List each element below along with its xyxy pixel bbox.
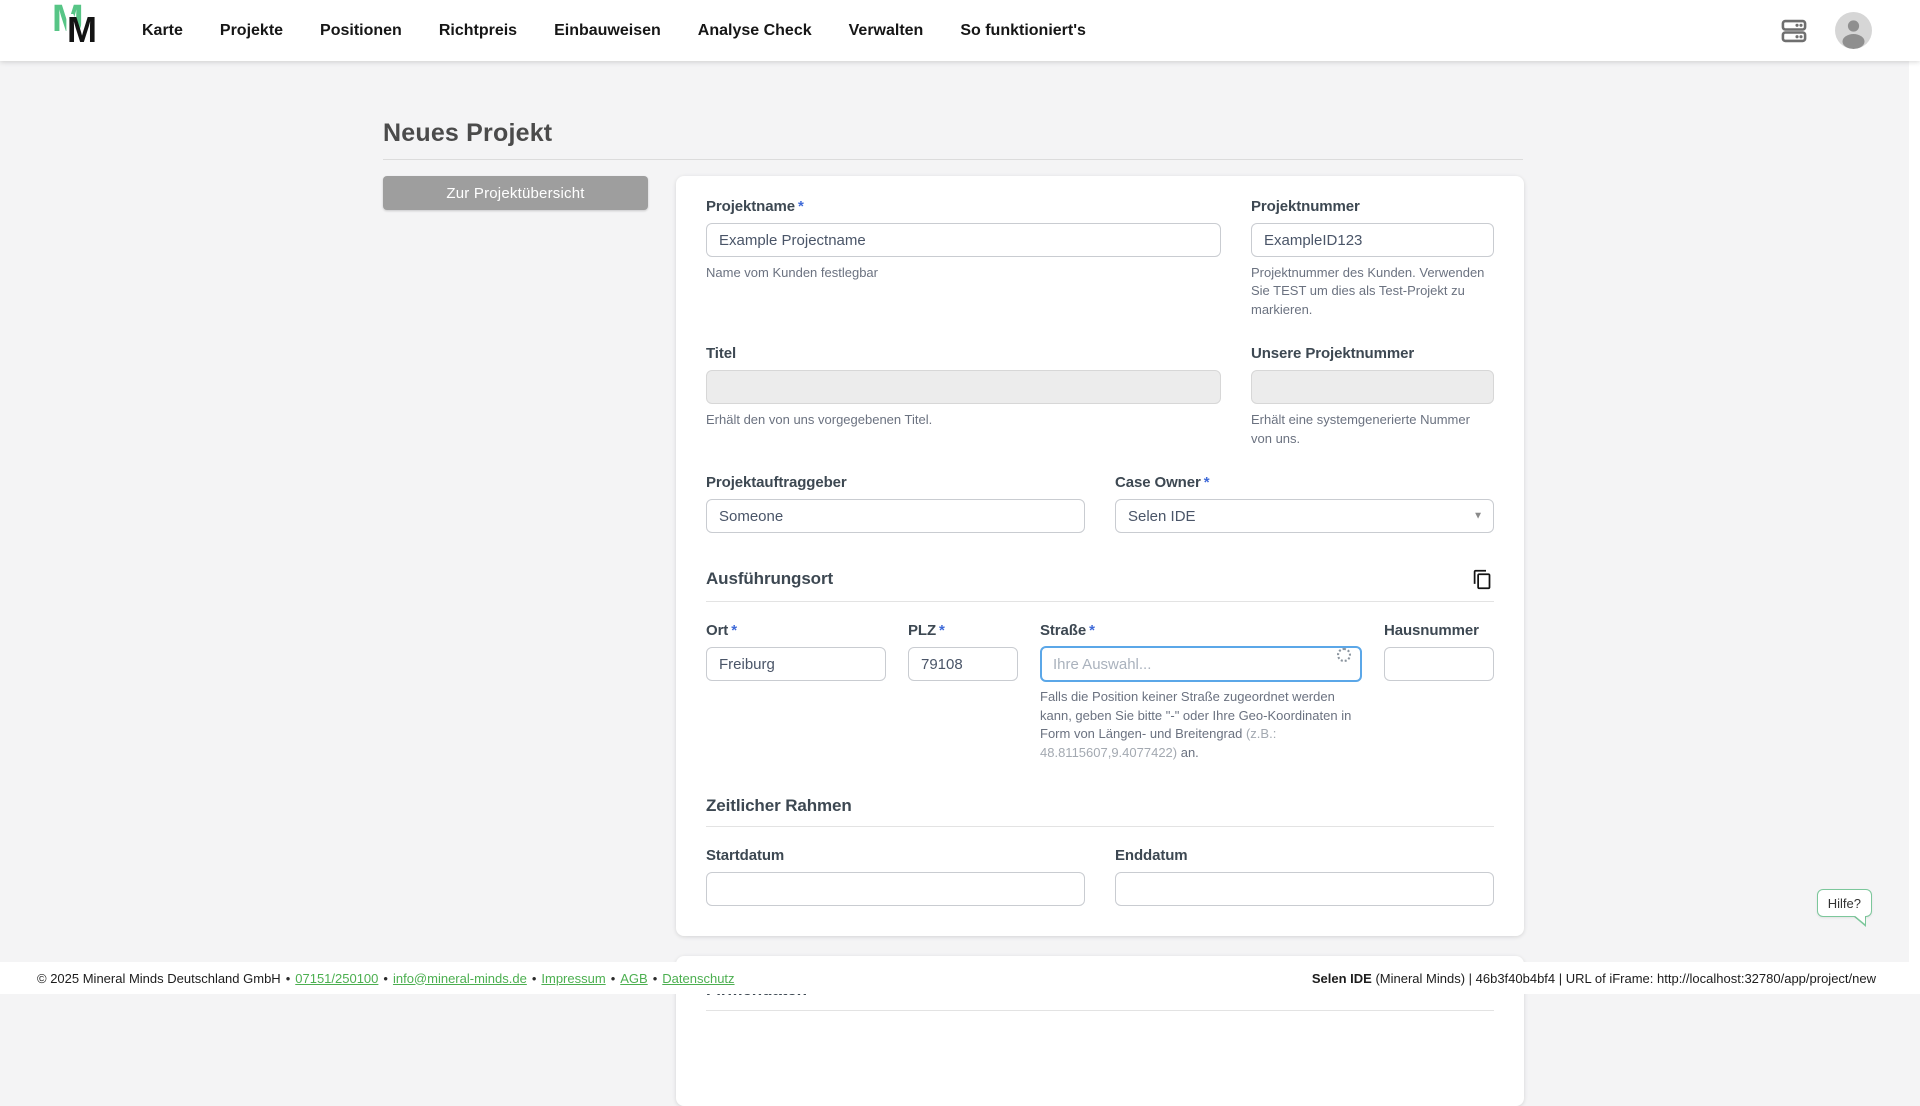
field-strasse: Straße* Falls die Position keiner Straße… [1040,622,1362,762]
footer-phone-link[interactable]: 07151/250100 [295,971,378,986]
page-title: Neues Projekt [383,119,1523,148]
copy-icon[interactable] [1470,567,1494,591]
projektname-helper: Name vom Kunden festlegbar [706,264,1221,282]
unsere-projektnummer-input [1251,370,1494,404]
projektauftraggeber-label: Projektauftraggeber [706,474,1085,491]
projektnummer-helper: Projektnummer des Kunden. Verwenden Sie … [1251,264,1494,319]
logo-m-black: M [67,9,97,51]
enddatum-input[interactable] [1115,872,1494,906]
page-content: Neues Projekt Zur Projektübersicht Proje… [383,0,1523,1106]
mineral-minds-logo[interactable]: M M [52,6,106,56]
unsere-projektnummer-helper: Erhält eine systemgenerierte Nummer von … [1251,411,1494,448]
titel-input [706,370,1221,404]
required-asterisk: * [1204,474,1210,491]
field-hausnummer: Hausnummer [1384,622,1494,762]
field-case-owner: Case Owner* Selen IDE ▼ [1115,474,1494,533]
field-startdatum: Startdatum [706,847,1085,906]
nav-item-einbauweisen[interactable]: Einbauweisen [554,22,661,40]
nav-item-verwalten[interactable]: Verwalten [849,22,924,40]
required-asterisk: * [798,198,804,215]
user-avatar-icon[interactable] [1835,12,1872,49]
projektnummer-input[interactable] [1251,223,1494,257]
section-zeitlicher-rahmen: Zeitlicher Rahmen [706,796,1494,827]
footer-left: © 2025 Mineral Minds Deutschland GmbH • … [37,971,735,986]
enddatum-label: Enddatum [1115,847,1494,864]
ausfuehrungsort-heading: Ausführungsort [706,569,833,589]
case-owner-select[interactable]: Selen IDE ▼ [1115,499,1494,533]
projektname-label: Projektname [706,198,795,215]
hausnummer-label: Hausnummer [1384,622,1494,639]
title-divider [383,159,1523,160]
nav-item-projekte[interactable]: Projekte [220,22,283,40]
field-projektauftraggeber: Projektauftraggeber [706,474,1085,533]
chevron-down-icon: ▼ [1473,511,1483,522]
main-nav: Karte Projekte Positionen Richtpreis Ein… [142,22,1086,40]
ort-input[interactable] [706,647,886,681]
ort-label: Ort [706,622,728,639]
projektnummer-label: Projektnummer [1251,198,1494,215]
nav-item-analyse-check[interactable]: Analyse Check [698,22,812,40]
header-actions [1777,12,1872,49]
case-owner-selected-value: Selen IDE [1128,508,1196,525]
nav-item-karte[interactable]: Karte [142,22,183,40]
field-ort: Ort* [706,622,886,762]
required-asterisk: * [1089,622,1095,639]
section-ausfuehrungsort: Ausführungsort [706,567,1494,602]
field-unsere-projektnummer: Unsere Projektnummer Erhält eine systemg… [1251,345,1494,448]
required-asterisk: * [731,622,737,639]
startdatum-input[interactable] [706,872,1085,906]
field-enddatum: Enddatum [1115,847,1494,906]
hilfe-button[interactable]: Hilfe? [1817,889,1872,917]
nav-item-so-funktionierts[interactable]: So funktioniert's [960,22,1086,40]
server-storage-icon[interactable] [1777,14,1811,48]
strasse-label: Straße [1040,622,1086,639]
footer: © 2025 Mineral Minds Deutschland GmbH • … [0,962,1920,994]
zeitlicher-rahmen-heading: Zeitlicher Rahmen [706,796,852,816]
titel-label: Titel [706,345,1221,362]
projektname-input[interactable] [706,223,1221,257]
plz-label: PLZ [908,622,936,639]
footer-session-info: Selen IDE (Mineral Minds) | 46b3f40b4bf4… [1312,971,1876,986]
field-plz: PLZ* [908,622,1018,762]
strasse-input[interactable] [1040,646,1362,682]
field-titel: Titel Erhält den von uns vorgegebenen Ti… [706,345,1221,448]
case-owner-label: Case Owner [1115,474,1201,491]
titel-helper: Erhält den von uns vorgegebenen Titel. [706,411,1221,429]
scrollbar-track[interactable] [1909,0,1920,994]
strasse-helper: Falls die Position keiner Straße zugeord… [1040,688,1362,762]
startdatum-label: Startdatum [706,847,1085,864]
footer-user-name: Selen IDE [1312,971,1372,986]
required-asterisk: * [939,622,945,639]
footer-impressum-link[interactable]: Impressum [541,971,605,986]
projektauftraggeber-input[interactable] [706,499,1085,533]
nav-item-richtpreis[interactable]: Richtpreis [439,22,517,40]
new-project-form-card: Projektname* Name vom Kunden festlegbar … [676,176,1524,936]
unsere-projektnummer-label: Unsere Projektnummer [1251,345,1494,362]
footer-agb-link[interactable]: AGB [620,971,647,986]
zur-projektuebersicht-button[interactable]: Zur Projektübersicht [383,176,648,210]
plz-input[interactable] [908,647,1018,681]
top-navigation-bar: M M Karte Projekte Positionen Richtpreis… [0,0,1920,61]
footer-copyright: © 2025 Mineral Minds Deutschland GmbH [37,971,281,986]
footer-email-link[interactable]: info@mineral-minds.de [393,971,527,986]
field-projektname: Projektname* Name vom Kunden festlegbar [706,198,1221,319]
footer-datenschutz-link[interactable]: Datenschutz [662,971,734,986]
field-projektnummer: Projektnummer Projektnummer des Kunden. … [1251,198,1494,319]
nav-item-positionen[interactable]: Positionen [320,22,402,40]
hausnummer-input[interactable] [1384,647,1494,681]
